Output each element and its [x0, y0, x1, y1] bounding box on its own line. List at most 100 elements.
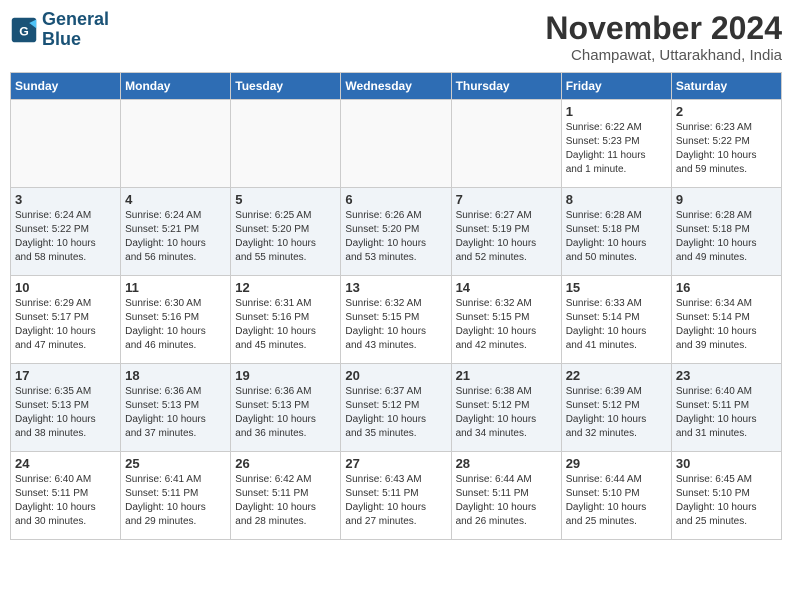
day-cell: 21Sunrise: 6:38 AM Sunset: 5:12 PM Dayli…	[451, 364, 561, 452]
day-cell	[11, 100, 121, 188]
day-number: 14	[456, 280, 557, 295]
day-cell: 24 Sunrise: 6:40 AM Sunset: 5:11 PM Dayli…	[11, 452, 121, 540]
day-info: Sunrise: 6:42 AM Sunset: 5:11 PM Dayligh…	[235, 473, 336, 529]
day-number: 8	[566, 192, 667, 207]
page-header: G General Blue November 2024 Champawat, …	[10, 10, 782, 64]
header-row: SundayMondayTuesdayWednesdayThursdayFrid…	[11, 73, 782, 100]
day-number: 15	[566, 280, 667, 295]
day-info: Sunrise: 6:28 AM Sunset: 5:18 PM Dayligh…	[676, 209, 777, 265]
header-wednesday: Wednesday	[341, 73, 451, 100]
day-number: 3	[15, 192, 116, 207]
day-cell: 10 Sunrise: 6:29 AM Sunset: 5:17 PM Dayli…	[11, 276, 121, 364]
week-row-3: 10 Sunrise: 6:29 AM Sunset: 5:17 PM Dayli…	[11, 276, 782, 364]
header-sunday: Sunday	[11, 73, 121, 100]
day-cell: 28Sunrise: 6:44 AM Sunset: 5:11 PM Dayli…	[451, 452, 561, 540]
day-cell: 5 Sunrise: 6:25 AM Sunset: 5:20 PM Daylig…	[231, 188, 341, 276]
header-saturday: Saturday	[671, 73, 781, 100]
day-cell: 6 Sunrise: 6:26 AM Sunset: 5:20 PM Daylig…	[341, 188, 451, 276]
day-number: 10	[15, 280, 116, 295]
day-cell	[231, 100, 341, 188]
day-number: 2	[676, 104, 777, 119]
day-info: Sunrise: 6:44 AM Sunset: 5:10 PM Dayligh…	[566, 473, 667, 529]
day-cell: 22 Sunrise: 6:39 AM Sunset: 5:12 PM Dayli…	[561, 364, 671, 452]
day-info: Sunrise: 6:34 AM Sunset: 5:14 PM Dayligh…	[676, 297, 777, 353]
day-number: 20	[345, 368, 446, 383]
title-block: November 2024 Champawat, Uttarakhand, In…	[545, 10, 782, 64]
day-info: Sunrise: 6:40 AM Sunset: 5:11 PM Dayligh…	[676, 385, 777, 441]
day-info: Sunrise: 6:24 AM Sunset: 5:21 PM Dayligh…	[125, 209, 226, 265]
day-number: 27	[345, 456, 446, 471]
day-info: Sunrise: 6:30 AM Sunset: 5:16 PM Dayligh…	[125, 297, 226, 353]
day-cell	[121, 100, 231, 188]
day-cell: 8 Sunrise: 6:28 AM Sunset: 5:18 PM Daylig…	[561, 188, 671, 276]
day-info: Sunrise: 6:36 AM Sunset: 5:13 PM Dayligh…	[125, 385, 226, 441]
day-info: Sunrise: 6:38 AM Sunset: 5:12 PM Dayligh…	[456, 385, 557, 441]
day-number: 5	[235, 192, 336, 207]
day-cell: 9 Sunrise: 6:28 AM Sunset: 5:18 PM Daylig…	[671, 188, 781, 276]
day-info: Sunrise: 6:29 AM Sunset: 5:17 PM Dayligh…	[15, 297, 116, 353]
day-info: Sunrise: 6:32 AM Sunset: 5:15 PM Dayligh…	[345, 297, 446, 353]
logo-line1: General	[42, 10, 109, 30]
header-tuesday: Tuesday	[231, 73, 341, 100]
svg-text:G: G	[19, 24, 29, 38]
day-info: Sunrise: 6:26 AM Sunset: 5:20 PM Dayligh…	[345, 209, 446, 265]
day-info: Sunrise: 6:32 AM Sunset: 5:15 PM Dayligh…	[456, 297, 557, 353]
day-info: Sunrise: 6:25 AM Sunset: 5:20 PM Dayligh…	[235, 209, 336, 265]
day-info: Sunrise: 6:28 AM Sunset: 5:18 PM Dayligh…	[566, 209, 667, 265]
day-number: 30	[676, 456, 777, 471]
day-cell: 7Sunrise: 6:27 AM Sunset: 5:19 PM Daylig…	[451, 188, 561, 276]
day-number: 26	[235, 456, 336, 471]
day-info: Sunrise: 6:31 AM Sunset: 5:16 PM Dayligh…	[235, 297, 336, 353]
day-cell	[451, 100, 561, 188]
day-info: Sunrise: 6:44 AM Sunset: 5:11 PM Dayligh…	[456, 473, 557, 529]
header-thursday: Thursday	[451, 73, 561, 100]
day-cell: 18 Sunrise: 6:36 AM Sunset: 5:13 PM Dayli…	[121, 364, 231, 452]
day-cell: 25Sunrise: 6:41 AM Sunset: 5:11 PM Dayli…	[121, 452, 231, 540]
day-info: Sunrise: 6:24 AM Sunset: 5:22 PM Dayligh…	[15, 209, 116, 265]
day-number: 13	[345, 280, 446, 295]
day-cell: 27Sunrise: 6:43 AM Sunset: 5:11 PM Dayli…	[341, 452, 451, 540]
day-cell: 12Sunrise: 6:31 AM Sunset: 5:16 PM Dayli…	[231, 276, 341, 364]
week-row-1: 1Sunrise: 6:22 AM Sunset: 5:23 PM Daylig…	[11, 100, 782, 188]
day-cell: 3 Sunrise: 6:24 AM Sunset: 5:22 PM Daylig…	[11, 188, 121, 276]
day-info: Sunrise: 6:37 AM Sunset: 5:12 PM Dayligh…	[345, 385, 446, 441]
day-info: Sunrise: 6:39 AM Sunset: 5:12 PM Dayligh…	[566, 385, 667, 441]
header-monday: Monday	[121, 73, 231, 100]
day-cell: 29 Sunrise: 6:44 AM Sunset: 5:10 PM Dayli…	[561, 452, 671, 540]
day-number: 22	[566, 368, 667, 383]
day-number: 16	[676, 280, 777, 295]
day-cell: 11Sunrise: 6:30 AM Sunset: 5:16 PM Dayli…	[121, 276, 231, 364]
logo: G General Blue	[10, 10, 109, 50]
day-cell	[341, 100, 451, 188]
day-number: 1	[566, 104, 667, 119]
day-number: 17	[15, 368, 116, 383]
day-cell: 26 Sunrise: 6:42 AM Sunset: 5:11 PM Dayli…	[231, 452, 341, 540]
day-number: 6	[345, 192, 446, 207]
location: Champawat, Uttarakhand, India	[545, 47, 782, 64]
week-row-4: 17Sunrise: 6:35 AM Sunset: 5:13 PM Dayli…	[11, 364, 782, 452]
day-info: Sunrise: 6:45 AM Sunset: 5:10 PM Dayligh…	[676, 473, 777, 529]
day-info: Sunrise: 6:27 AM Sunset: 5:19 PM Dayligh…	[456, 209, 557, 265]
day-info: Sunrise: 6:40 AM Sunset: 5:11 PM Dayligh…	[15, 473, 116, 529]
day-number: 9	[676, 192, 777, 207]
week-row-5: 24 Sunrise: 6:40 AM Sunset: 5:11 PM Dayli…	[11, 452, 782, 540]
day-cell: 17Sunrise: 6:35 AM Sunset: 5:13 PM Dayli…	[11, 364, 121, 452]
day-cell: 30 Sunrise: 6:45 AM Sunset: 5:10 PM Dayli…	[671, 452, 781, 540]
logo-icon: G	[10, 16, 38, 44]
day-number: 25	[125, 456, 226, 471]
day-cell: 1Sunrise: 6:22 AM Sunset: 5:23 PM Daylig…	[561, 100, 671, 188]
day-number: 18	[125, 368, 226, 383]
day-number: 29	[566, 456, 667, 471]
day-info: Sunrise: 6:33 AM Sunset: 5:14 PM Dayligh…	[566, 297, 667, 353]
day-cell: 23Sunrise: 6:40 AM Sunset: 5:11 PM Dayli…	[671, 364, 781, 452]
week-row-2: 3 Sunrise: 6:24 AM Sunset: 5:22 PM Daylig…	[11, 188, 782, 276]
logo-line2: Blue	[42, 30, 109, 50]
logo-text: General Blue	[42, 10, 109, 50]
day-cell: 13 Sunrise: 6:32 AM Sunset: 5:15 PM Dayli…	[341, 276, 451, 364]
day-info: Sunrise: 6:36 AM Sunset: 5:13 PM Dayligh…	[235, 385, 336, 441]
day-number: 24	[15, 456, 116, 471]
day-info: Sunrise: 6:23 AM Sunset: 5:22 PM Dayligh…	[676, 121, 777, 177]
day-cell: 14 Sunrise: 6:32 AM Sunset: 5:15 PM Dayli…	[451, 276, 561, 364]
day-cell: 16 Sunrise: 6:34 AM Sunset: 5:14 PM Dayli…	[671, 276, 781, 364]
month-title: November 2024	[545, 10, 782, 47]
